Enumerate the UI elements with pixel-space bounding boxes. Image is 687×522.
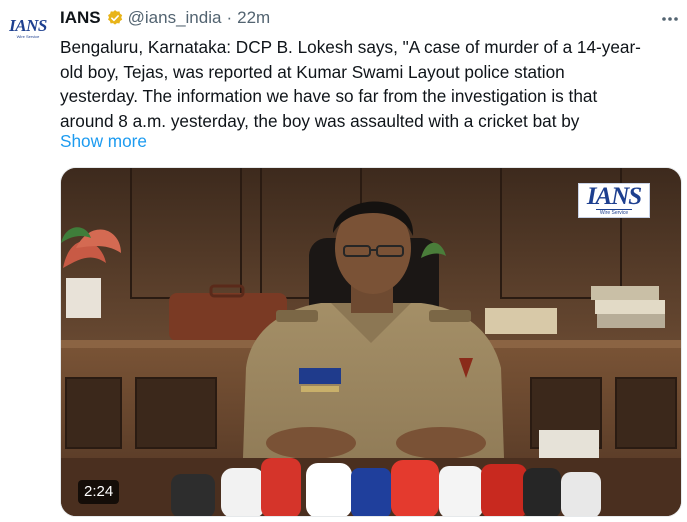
author-name[interactable]: IANS	[60, 8, 101, 28]
video-player[interactable]: IANS Wire Service 2:24	[60, 167, 682, 517]
avatar-logo-subtext: Wire Service	[16, 33, 40, 39]
tweet-text-line: old boy, Tejas, was reported at Kumar Sw…	[60, 61, 565, 82]
tweet-timestamp[interactable]: 22m	[237, 8, 270, 28]
video-duration-badge: 2:24	[78, 480, 120, 504]
more-options-button[interactable]	[659, 10, 681, 28]
watermark-subtext: Wire Service	[595, 209, 633, 216]
header-separator: ·	[226, 8, 233, 27]
watermark-text: IANS	[586, 183, 642, 210]
author-avatar[interactable]: IANS Wire Service	[8, 12, 48, 44]
video-frame	[61, 168, 681, 516]
tweet-header: IANS @ians_india · 22m	[60, 7, 270, 29]
verified-badge-icon[interactable]	[106, 9, 124, 27]
tweet-body: Bengaluru, Karnataka: DCP B. Lokesh says…	[60, 35, 680, 133]
show-more-link[interactable]: Show more	[60, 129, 147, 153]
avatar-logo-text: IANS	[9, 15, 47, 35]
author-handle[interactable]: @ians_india	[128, 8, 222, 28]
tweet-text-line: yesterday. The information we have so fa…	[60, 86, 598, 106]
more-dots-icon	[662, 17, 678, 21]
ians-watermark-logo: IANS Wire Service	[578, 183, 650, 218]
tweet-text-line: around 8 a.m. yesterday, the boy was ass…	[60, 110, 580, 131]
tweet-text-line: Bengaluru, Karnataka: DCP B. Lokesh says…	[60, 37, 641, 57]
